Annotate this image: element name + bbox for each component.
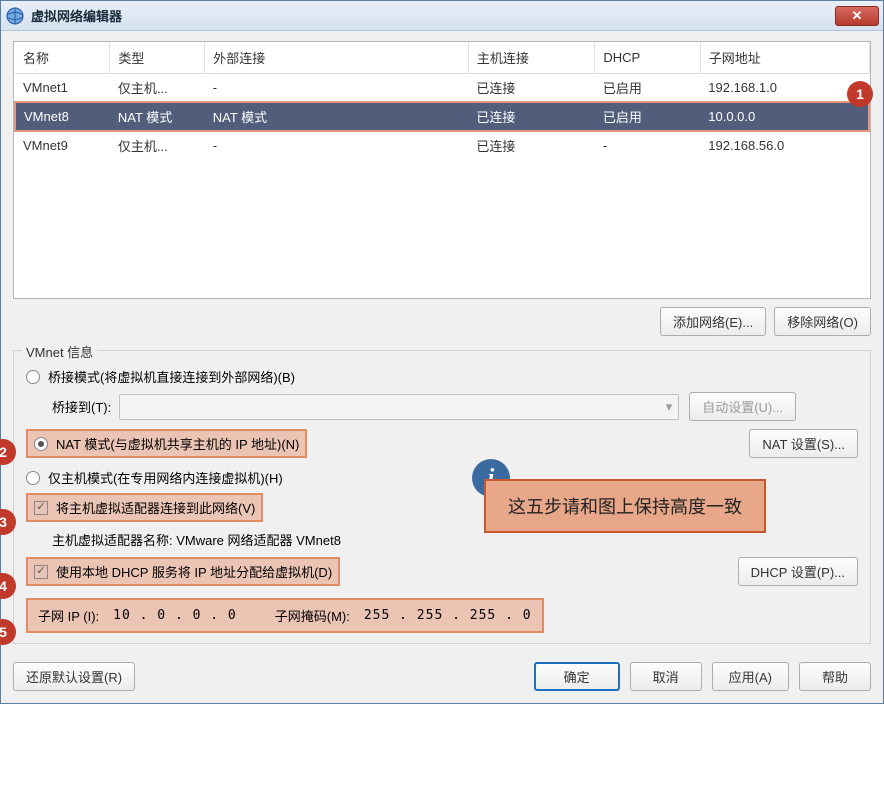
cell: 已启用	[595, 102, 700, 131]
dhcp-settings-button[interactable]: DHCP 设置(P)...	[738, 557, 858, 586]
step-marker-5: 5	[0, 619, 16, 645]
connect-host-highlight: 将主机虚拟适配器连接到此网络(V)	[26, 493, 263, 522]
host-only-label: 仅主机模式(在专用网络内连接虚拟机)(H)	[48, 468, 283, 487]
apply-button[interactable]: 应用(A)	[712, 662, 789, 691]
bridge-to-row: 桥接到(T): ▾ 自动设置(U)...	[52, 392, 858, 421]
close-button[interactable]: ✕	[835, 6, 879, 26]
cell: VMnet1	[15, 74, 110, 103]
help-button[interactable]: 帮助	[799, 662, 871, 691]
nat-mode-row-highlight: NAT 模式(与虚拟机共享主机的 IP 地址)(N)	[26, 429, 307, 458]
vmnet-info-fieldset: VMnet 信息 桥接模式(将虚拟机直接连接到外部网络)(B) 桥接到(T): …	[13, 350, 871, 644]
cell: 192.168.56.0	[700, 131, 869, 159]
network-table: 名称 类型 外部连接 主机连接 DHCP 子网地址 VMnet1 仅主机...	[13, 41, 871, 299]
cell: -	[595, 131, 700, 159]
cell: VMnet8	[15, 102, 110, 131]
nat-mode-label: NAT 模式(与虚拟机共享主机的 IP 地址)(N)	[56, 434, 299, 453]
step-marker-4: 4	[0, 573, 16, 599]
cell: 仅主机...	[110, 74, 205, 103]
subnet-mask-label: 子网掩码(M):	[275, 606, 350, 625]
bridge-to-label: 桥接到(T):	[52, 397, 111, 416]
callout-text: 这五步请和图上保持高度一致	[484, 479, 766, 533]
use-dhcp-label: 使用本地 DHCP 服务将 IP 地址分配给虚拟机(D)	[56, 562, 332, 581]
cell: -	[205, 131, 469, 159]
titlebar: 虚拟网络编辑器 ✕	[1, 1, 883, 31]
col-host[interactable]: 主机连接	[468, 42, 595, 74]
cell: NAT 模式	[205, 102, 469, 131]
app-icon	[5, 6, 25, 26]
radio-icon	[26, 370, 40, 384]
remove-network-button[interactable]: 移除网络(O)	[774, 307, 871, 336]
bottom-button-row: 还原默认设置(R) 确定 取消 应用(A) 帮助	[13, 662, 871, 691]
step-marker-2: 2	[0, 439, 16, 465]
col-type[interactable]: 类型	[110, 42, 205, 74]
table-row[interactable]: VMnet9 仅主机... - 已连接 - 192.168.56.0	[15, 131, 869, 159]
cancel-button[interactable]: 取消	[630, 662, 702, 691]
cell: 192.168.1.0	[700, 74, 869, 103]
window: 虚拟网络编辑器 ✕ 名称 类型 外部连接 主机连接 DHCP 子网地址	[0, 0, 884, 704]
cell: -	[205, 74, 469, 103]
cell: 10.0.0.0	[700, 102, 869, 131]
radio-icon[interactable]	[34, 437, 48, 451]
add-network-button[interactable]: 添加网络(E)...	[660, 307, 766, 336]
cell: 已启用	[595, 74, 700, 103]
dhcp-check-highlight: 使用本地 DHCP 服务将 IP 地址分配给虚拟机(D)	[26, 557, 340, 586]
nat-settings-button[interactable]: NAT 设置(S)...	[749, 429, 858, 458]
cell: 已连接	[468, 102, 595, 131]
col-dhcp[interactable]: DHCP	[595, 42, 700, 74]
table-row[interactable]: VMnet1 仅主机... - 已连接 已启用 192.168.1.0	[15, 74, 869, 103]
cell: 已连接	[468, 131, 595, 159]
fieldset-legend: VMnet 信息	[22, 342, 97, 361]
checkbox-icon[interactable]	[34, 501, 48, 515]
cell: 仅主机...	[110, 131, 205, 159]
table-header-row: 名称 类型 外部连接 主机连接 DHCP 子网地址	[15, 42, 869, 74]
bridge-to-select[interactable]: ▾	[119, 394, 679, 420]
chevron-down-icon: ▾	[666, 399, 673, 415]
connect-host-label: 将主机虚拟适配器连接到此网络(V)	[56, 498, 255, 517]
ok-button[interactable]: 确定	[534, 662, 620, 691]
step-marker-1: 1	[847, 81, 873, 107]
auto-settings-button[interactable]: 自动设置(U)...	[689, 392, 796, 421]
bridge-mode-label: 桥接模式(将虚拟机直接连接到外部网络)(B)	[48, 367, 295, 386]
col-name[interactable]: 名称	[15, 42, 110, 74]
col-subnet[interactable]: 子网地址	[700, 42, 869, 74]
table-toolbar: 添加网络(E)... 移除网络(O)	[13, 307, 871, 336]
cell: NAT 模式	[110, 102, 205, 131]
subnet-mask-input[interactable]: 255 . 255 . 255 . 0	[364, 608, 532, 623]
radio-icon	[26, 471, 40, 485]
checkbox-icon[interactable]	[34, 565, 48, 579]
content-area: 名称 类型 外部连接 主机连接 DHCP 子网地址 VMnet1 仅主机...	[1, 31, 883, 703]
cell: VMnet9	[15, 131, 110, 159]
table-row[interactable]: VMnet8 NAT 模式 NAT 模式 已连接 已启用 10.0.0.0	[15, 102, 869, 131]
subnet-highlight: 子网 IP (I): 10 . 0 . 0 . 0 子网掩码(M): 255 .…	[26, 598, 544, 633]
callout-box: 这五步请和图上保持高度一致	[484, 479, 766, 533]
subnet-ip-input[interactable]: 10 . 0 . 0 . 0	[113, 608, 237, 623]
restore-default-button[interactable]: 还原默认设置(R)	[13, 662, 135, 691]
subnet-ip-label: 子网 IP (I):	[38, 606, 99, 625]
window-title: 虚拟网络编辑器	[31, 6, 835, 25]
step-marker-3: 3	[0, 509, 16, 535]
col-ext[interactable]: 外部连接	[205, 42, 469, 74]
bridge-mode-radio-row[interactable]: 桥接模式(将虚拟机直接连接到外部网络)(B)	[26, 367, 858, 386]
cell: 已连接	[468, 74, 595, 103]
